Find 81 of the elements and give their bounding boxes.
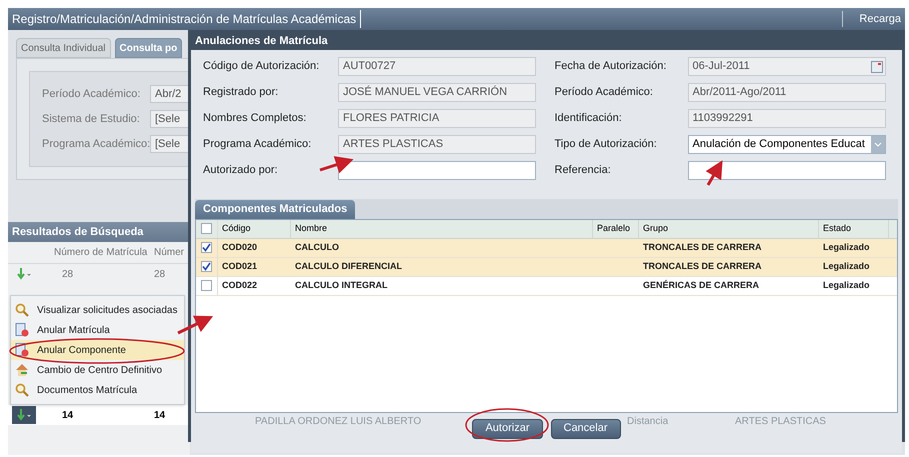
checkbox[interactable] xyxy=(201,261,212,272)
annotation-arrow xyxy=(177,316,214,334)
menu-item[interactable]: Cambio de Centro Definitivo xyxy=(11,360,184,380)
document-icon xyxy=(15,343,29,357)
table-cell-text: CALCULO INTEGRAL xyxy=(294,278,388,292)
table-cell-text: COD022 xyxy=(221,278,258,292)
table-cell-text: TRONCALES DE CARRERA xyxy=(642,240,763,254)
column-header: Nombre xyxy=(291,220,593,238)
input-field[interactable]: ARTES PLASTICAS xyxy=(338,135,536,154)
select-field[interactable]: [Sele xyxy=(150,135,190,153)
input-field[interactable] xyxy=(688,161,886,180)
table-cell-text: 14 xyxy=(61,408,74,422)
table-cell-text: COD021 xyxy=(221,260,258,273)
field-label: Período Académico: xyxy=(554,85,654,100)
field-label: Nombres Completos: xyxy=(203,111,308,126)
field-label: Fecha de Autorización: xyxy=(554,59,668,74)
magnifier-icon xyxy=(15,303,29,317)
checkbox[interactable] xyxy=(201,280,212,291)
field-label: Período Académico: xyxy=(42,86,142,102)
select-field[interactable]: Anulación de Componentes Educat xyxy=(688,135,886,154)
background-text: ARTES PLASTICAS xyxy=(735,414,826,428)
table-tab[interactable]: Componentes Matriculados xyxy=(195,200,356,218)
table-cell-text: 28 xyxy=(61,268,74,282)
table-cell-text: Legalizado xyxy=(822,260,871,273)
magnifier-icon xyxy=(15,383,29,397)
table-cell-text: Legalizado xyxy=(822,240,871,254)
field-label: Autorizado por: xyxy=(203,163,279,178)
column-header: Número de Matrícula xyxy=(54,246,148,260)
field-label: Programa Académico: xyxy=(42,136,150,152)
field-label: Referencia: xyxy=(554,163,612,178)
background-text: PADILLA ORDONEZ LUIS ALBERTO xyxy=(255,414,422,428)
field-label: Tipo de Autorización: xyxy=(554,137,658,152)
column-header: Código xyxy=(218,220,291,238)
table-cell-text: 14 xyxy=(153,408,166,422)
background-text: Distancia xyxy=(627,414,668,428)
select-field[interactable]: [Sele xyxy=(150,110,190,128)
tab[interactable]: Consulta Individual xyxy=(16,38,110,58)
panel-title: Resultados de Búsqueda xyxy=(12,224,144,240)
input-field[interactable]: FLORES PATRICIA xyxy=(338,109,536,128)
menu-item[interactable]: Documentos Matrícula xyxy=(11,380,184,400)
menu-item[interactable]: Anular Componente xyxy=(11,340,184,360)
house-icon xyxy=(15,363,29,377)
input-field[interactable]: 1103992291 xyxy=(688,109,886,128)
down-arrow-icon xyxy=(17,409,31,421)
input-field[interactable] xyxy=(338,161,536,180)
dialog-title: Anulaciones de Matrícula xyxy=(195,34,328,49)
table-cell-text: CALCULO DIFERENCIAL xyxy=(294,260,403,273)
field-label: Sistema de Estudio: xyxy=(42,112,141,127)
field-label: Identificación: xyxy=(554,111,623,126)
select-field[interactable]: Abr/2 xyxy=(150,85,190,103)
column-header: Paralelo xyxy=(593,220,639,238)
menu-item[interactable]: Anular Matrícula xyxy=(11,320,184,340)
table-cell-text: COD020 xyxy=(221,240,258,254)
column-header: Grupo xyxy=(639,220,819,238)
input-field[interactable]: AUT00727 xyxy=(338,57,536,76)
down-arrow-icon xyxy=(17,268,31,280)
table-cell-text: GENÉRICAS DE CARRERA xyxy=(642,278,760,292)
menu-item[interactable]: Visualizar solicitudes asociadas xyxy=(11,300,184,320)
date-field[interactable]: 06-Jul-2011 xyxy=(688,57,886,76)
table-cell-text: Legalizado xyxy=(822,278,871,292)
dialog-button[interactable]: Cancelar xyxy=(550,418,621,438)
document-icon xyxy=(15,323,29,337)
table-cell-text: 28 xyxy=(153,268,166,282)
annotation-arrow xyxy=(706,160,723,186)
calendar-icon[interactable] xyxy=(870,60,882,72)
column-header: Estado xyxy=(819,220,889,238)
field-label: Código de Autorización: xyxy=(203,59,320,74)
reload-link[interactable]: Recarga xyxy=(842,10,901,28)
table-cell-text: CALCULO xyxy=(294,240,340,254)
window-title: Registro/Matriculación/Administración de Matrículas Académicas xyxy=(12,10,362,28)
dialog-button[interactable]: Autorizar xyxy=(472,418,542,438)
checkbox[interactable] xyxy=(201,242,212,253)
checkbox[interactable] xyxy=(201,223,212,234)
annotation-arrow xyxy=(320,156,354,174)
input-field[interactable]: JOSÉ MANUEL VEGA CARRIÓN xyxy=(338,83,536,102)
table-cell-text: TRONCALES DE CARRERA xyxy=(642,260,763,273)
field-label: Programa Académico: xyxy=(203,137,312,152)
row-action-button[interactable] xyxy=(12,406,36,424)
column-header: Númer xyxy=(153,246,186,260)
input-field[interactable]: Abr/2011-Ago/2011 xyxy=(688,83,886,102)
field-label: Registrado por: xyxy=(203,85,280,100)
